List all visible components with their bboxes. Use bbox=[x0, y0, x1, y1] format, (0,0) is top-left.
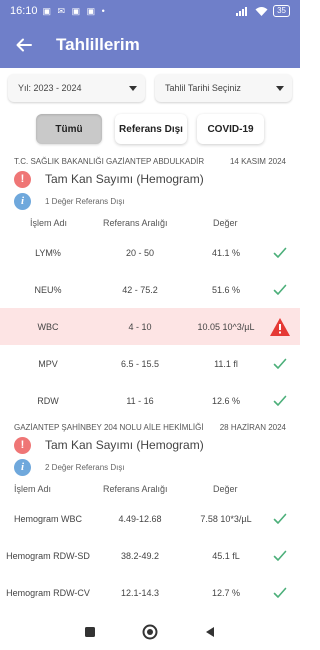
check-icon bbox=[266, 537, 294, 574]
test-parameter-name: MPV bbox=[38, 358, 58, 369]
table-body: Hemogram WBC 4.49-12.68 7.58 10*3/µL Hemogr… bbox=[0, 500, 300, 611]
column-value-header: Değer bbox=[213, 218, 238, 228]
check-icon bbox=[266, 500, 294, 537]
date-dropdown[interactable]: Tahlil Tarihi Seçiniz bbox=[155, 74, 292, 102]
exclamation-circle-icon: ! bbox=[14, 436, 31, 454]
tab-covid[interactable]: COVID-19 bbox=[197, 114, 264, 144]
result-value: 10.05 10^3/µL bbox=[197, 321, 255, 332]
test-parameter-name: RDW bbox=[37, 395, 59, 406]
result-card[interactable]: GAZİANTEP ŞAHİNBEY 204 NOLU AİLE HEKİMLİ… bbox=[0, 420, 300, 611]
wifi-icon bbox=[255, 7, 268, 16]
triangle-back-icon bbox=[206, 627, 214, 637]
info-row: i 1 Değer Referans Dışı bbox=[0, 190, 300, 212]
column-range-header: Referans Aralığı bbox=[103, 484, 168, 494]
table-row[interactable]: Hemogram WBC 4.49-12.68 7.58 10*3/µL bbox=[0, 500, 300, 537]
result-value: 41.1 % bbox=[211, 247, 241, 258]
back-button[interactable] bbox=[12, 33, 36, 57]
test-title-row: ! Tam Kan Sayımı (Hemogram) bbox=[0, 434, 300, 456]
result-date: 28 HAZİRAN 2024 bbox=[219, 422, 286, 432]
check-icon bbox=[266, 345, 294, 382]
test-parameter-name: NEU% bbox=[34, 284, 62, 295]
tab-all[interactable]: Tümü bbox=[36, 114, 102, 144]
info-row: i 2 Değer Referans Dışı bbox=[0, 456, 300, 478]
column-value-header: Değer bbox=[213, 484, 238, 494]
reference-range: 4 - 10 bbox=[128, 321, 152, 332]
column-range-header: Referans Aralığı bbox=[103, 218, 168, 228]
test-name: Tam Kan Sayımı (Hemogram) bbox=[45, 438, 204, 452]
test-name: Tam Kan Sayımı (Hemogram) bbox=[45, 172, 204, 186]
reference-range: 11 - 16 bbox=[126, 395, 154, 406]
app-bar: Tahlillerim bbox=[0, 22, 300, 68]
table-row[interactable]: NEU% 42 - 75.2 51.6 % bbox=[0, 271, 300, 308]
result-card-header: T.C. SAĞLIK BAKANLIĞI GAZİANTEP ABDULKAD… bbox=[0, 154, 300, 168]
system-nav-bar bbox=[0, 614, 300, 650]
result-card-header: GAZİANTEP ŞAHİNBEY 204 NOLU AİLE HEKİMLİ… bbox=[0, 420, 300, 434]
table-row[interactable]: Hemogram RDW-CV 12.1-14.3 12.7 % bbox=[0, 574, 300, 611]
back-nav-button[interactable] bbox=[198, 620, 222, 644]
check-icon bbox=[266, 234, 294, 271]
page-title: Tahlillerim bbox=[56, 35, 140, 54]
status-time: 16:10 bbox=[10, 5, 38, 17]
institution-name: GAZİANTEP ŞAHİNBEY 204 NOLU AİLE HEKİMLİ… bbox=[14, 422, 204, 432]
test-parameter-name: Hemogram RDW-CV bbox=[6, 587, 90, 598]
result-date: 14 KASIM 2024 bbox=[229, 156, 286, 166]
date-dropdown-value: Tahlil Tarihi Seçiniz bbox=[165, 83, 241, 93]
result-value: 51.6 % bbox=[211, 284, 241, 295]
status-bar: 16:10 ▣ ✉ ▣ ▣ • 35 bbox=[0, 0, 300, 22]
check-icon bbox=[266, 382, 294, 419]
result-value: 7.58 10*3/µL bbox=[200, 513, 252, 524]
circle-home-icon bbox=[142, 624, 158, 640]
recents-button[interactable] bbox=[78, 620, 102, 644]
filter-bar: Yıl: 2023 - 2024 Tahlil Tarihi Seçiniz bbox=[8, 74, 292, 102]
out-of-range-note: 1 Değer Referans Dışı bbox=[45, 196, 125, 206]
year-dropdown[interactable]: Yıl: 2023 - 2024 bbox=[8, 74, 145, 102]
square-icon bbox=[85, 627, 95, 637]
table-row[interactable]: WBC 4 - 10 10.05 10^3/µL bbox=[0, 308, 300, 345]
notification-icons: ▣ ✉ ▣ ▣ • bbox=[42, 5, 107, 16]
caret-down-icon bbox=[129, 85, 137, 91]
exclamation-circle-icon: ! bbox=[14, 170, 31, 188]
test-title-row: ! Tam Kan Sayımı (Hemogram) bbox=[0, 168, 300, 190]
signal-icon bbox=[236, 7, 248, 16]
out-of-range-note: 2 Değer Referans Dışı bbox=[45, 462, 125, 472]
info-circle-icon: i bbox=[14, 192, 31, 210]
table-row[interactable]: Hemogram RDW-SD 38.2-49.2 45.1 fL bbox=[0, 537, 300, 574]
reference-range: 20 - 50 bbox=[125, 247, 155, 258]
table-header: İşlem Adı Referans Aralığı Değer bbox=[0, 212, 300, 234]
table-row[interactable]: LYM% 20 - 50 41.1 % bbox=[0, 234, 300, 271]
check-icon bbox=[266, 574, 294, 611]
test-parameter-name: WBC bbox=[37, 321, 59, 332]
test-parameter-name: LYM% bbox=[35, 247, 61, 258]
tab-bar: Tümü Referans Dışı COVID-19 bbox=[0, 114, 300, 144]
column-name-header: İşlem Adı bbox=[14, 484, 52, 494]
battery-icon: 35 bbox=[273, 5, 290, 17]
year-dropdown-value: Yıl: 2023 - 2024 bbox=[18, 83, 82, 93]
tab-out-of-range[interactable]: Referans Dışı bbox=[115, 114, 187, 144]
reference-range: 12.1-14.3 bbox=[120, 587, 160, 598]
reference-range: 38.2-49.2 bbox=[120, 550, 160, 561]
result-value: 12.7 % bbox=[211, 587, 241, 598]
home-button[interactable] bbox=[138, 620, 162, 644]
table-row[interactable]: MPV 6.5 - 15.5 11.1 fl bbox=[0, 345, 300, 382]
reference-range: 4.49-12.68 bbox=[118, 513, 162, 524]
table-body: LYM% 20 - 50 41.1 % NEU% 42 - 75.2 51.6 % WBC 4… bbox=[0, 234, 300, 419]
test-parameter-name: Hemogram WBC bbox=[13, 513, 82, 524]
arrow-left-icon bbox=[16, 38, 32, 52]
reference-range: 6.5 - 15.5 bbox=[120, 358, 160, 369]
warning-triangle-icon bbox=[266, 308, 294, 345]
test-parameter-name: Hemogram RDW-SD bbox=[6, 550, 90, 561]
result-value: 45.1 fL bbox=[212, 550, 240, 561]
result-card[interactable]: T.C. SAĞLIK BAKANLIĞI GAZİANTEP ABDULKAD… bbox=[0, 154, 300, 419]
caret-down-icon bbox=[276, 85, 284, 91]
column-name-header: İşlem Adı bbox=[30, 218, 68, 228]
check-icon bbox=[266, 271, 294, 308]
institution-name: T.C. SAĞLIK BAKANLIĞI GAZİANTEP ABDULKAD… bbox=[14, 156, 205, 166]
reference-range: 42 - 75.2 bbox=[122, 284, 158, 295]
result-value: 11.1 fl bbox=[214, 358, 238, 369]
result-value: 12.6 % bbox=[211, 395, 241, 406]
info-circle-icon: i bbox=[14, 458, 31, 476]
table-header: İşlem Adı Referans Aralığı Değer bbox=[0, 478, 300, 500]
table-row[interactable]: RDW 11 - 16 12.6 % bbox=[0, 382, 300, 419]
